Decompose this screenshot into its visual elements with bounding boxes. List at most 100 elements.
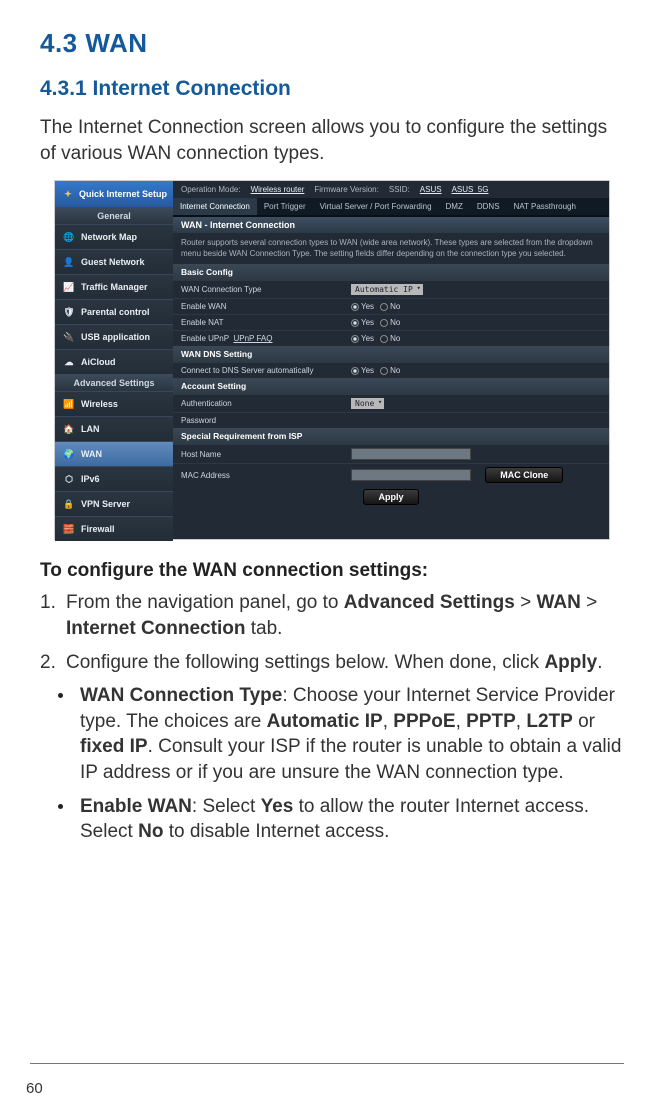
tab-ddns[interactable]: DDNS [470, 198, 507, 215]
step-text: > [515, 592, 537, 613]
sidebar-item-label: VPN Server [81, 499, 130, 509]
row-password: Password [173, 412, 609, 428]
quick-internet-setup[interactable]: ✦ Quick Internet Setup [55, 181, 173, 207]
radio-label: Yes [361, 366, 374, 375]
bullet-bold: WAN Connection Type [80, 685, 282, 706]
step-text: Configure the following settings below. … [66, 652, 544, 673]
host-name-input[interactable] [351, 448, 471, 460]
step-text: . [597, 652, 602, 673]
radio-label: No [390, 302, 400, 311]
tab-port-trigger[interactable]: Port Trigger [257, 198, 313, 215]
radio-label: No [390, 318, 400, 327]
firewall-icon: 🧱 [62, 522, 76, 536]
vpn-icon: 🔒 [62, 497, 76, 511]
bullet-bold: fixed IP [80, 736, 148, 757]
radio-no[interactable]: No [380, 366, 400, 375]
sidebar-item-wan[interactable]: 🌍 WAN [55, 441, 173, 466]
row-label: Enable NAT [181, 318, 351, 327]
tab-virtual-server[interactable]: Virtual Server / Port Forwarding [313, 198, 439, 215]
mac-address-input[interactable] [351, 469, 471, 481]
radio-label: No [390, 334, 400, 343]
radio-no[interactable]: No [380, 302, 400, 311]
radio-no[interactable]: No [380, 318, 400, 327]
radio-dot-icon [351, 335, 359, 343]
row-enable-nat: Enable NAT Yes No [173, 314, 609, 330]
row-label: Connect to DNS Server automatically [181, 366, 351, 375]
bullet-bold: Yes [261, 796, 294, 817]
bullet-bold: PPTP [466, 711, 516, 732]
sidebar-item-label: Wireless [81, 399, 118, 409]
sidebar-item-label: Network Map [81, 232, 137, 242]
radio-yes[interactable]: Yes [351, 366, 374, 375]
opmode-label: Operation Mode: [181, 185, 241, 194]
row-label: Enable UPnP UPnP FAQ [181, 334, 351, 343]
sidebar-item-wireless[interactable]: 📶Wireless [55, 391, 173, 416]
radio-label: Yes [361, 318, 374, 327]
row-mac-address: MAC Address MAC Clone [173, 463, 609, 486]
usb-icon: 🔌 [62, 330, 76, 344]
row-enable-upnp: Enable UPnP UPnP FAQ Yes No [173, 330, 609, 346]
bullet-bold: L2TP [526, 711, 572, 732]
sidebar-item-label: LAN [81, 424, 100, 434]
sidebar-item-label: Traffic Manager [81, 282, 148, 292]
sidebar-item-parental[interactable]: 🛡Parental control [55, 299, 173, 324]
bullet-text: , [383, 711, 394, 732]
bullet-bold: No [138, 821, 163, 842]
bullet-bold: Enable WAN [80, 796, 192, 817]
row-label: Host Name [181, 450, 351, 459]
row-label: WAN Connection Type [181, 285, 351, 294]
sidebar-item-guest[interactable]: 👤Guest Network [55, 249, 173, 274]
radio-label: No [390, 366, 400, 375]
tab-internet-connection[interactable]: Internet Connection [173, 198, 257, 215]
ssid-value-2[interactable]: ASUS_5G [452, 185, 489, 194]
steps-title: To configure the WAN connection settings… [40, 560, 624, 582]
sidebar-item-network-map[interactable]: 🌐Network Map [55, 224, 173, 249]
meter-icon: 📈 [62, 280, 76, 294]
sidebar-item-ipv6[interactable]: ⬡IPv6 [55, 466, 173, 491]
bullet-bold: Automatic IP [267, 711, 383, 732]
radio-yes[interactable]: Yes [351, 318, 374, 327]
row-label: Authentication [181, 399, 351, 408]
panel-title: WAN - Internet Connection [173, 217, 609, 233]
radio-dot-icon [380, 335, 388, 343]
bullet-wan-connection-type: WAN Connection Type: Choose your Interne… [40, 683, 624, 786]
wand-icon: ✦ [61, 187, 75, 201]
sidebar-item-aicloud[interactable]: ☁AiCloud [55, 349, 173, 374]
mac-clone-button[interactable]: MAC Clone [485, 467, 563, 483]
step-1: 1. From the navigation panel, go to Adva… [40, 590, 624, 641]
radio-label: Yes [361, 334, 374, 343]
upnp-label-text: Enable UPnP [181, 334, 229, 343]
row-enable-wan: Enable WAN Yes No [173, 298, 609, 314]
auth-dropdown[interactable]: None [351, 398, 384, 409]
tab-dmz[interactable]: DMZ [439, 198, 470, 215]
radio-yes[interactable]: Yes [351, 334, 374, 343]
sidebar-item-lan[interactable]: 🏠LAN [55, 416, 173, 441]
tab-nat-passthrough[interactable]: NAT Passthrough [507, 198, 583, 215]
step-bold: Internet Connection [66, 618, 245, 639]
bullet-text: , [456, 711, 467, 732]
apply-button[interactable]: Apply [363, 489, 418, 505]
sidebar-item-label: USB application [81, 332, 150, 342]
ssid-value-1[interactable]: ASUS [420, 185, 442, 194]
wan-type-dropdown[interactable]: Automatic IP [351, 284, 423, 295]
step-text: From the navigation panel, go to [66, 592, 344, 613]
wan-icon: 🌍 [62, 447, 76, 461]
sidebar-item-label: WAN [81, 449, 102, 459]
shield-icon: 🛡 [62, 305, 76, 319]
step-2: 2. Configure the following settings belo… [40, 650, 624, 676]
sidebar-header-general: General [55, 207, 173, 224]
sidebar-item-vpn[interactable]: 🔒 VPN Server [55, 491, 173, 516]
radio-dot-icon [380, 367, 388, 375]
qis-label: Quick Internet Setup [79, 189, 167, 199]
sidebar-item-firewall[interactable]: 🧱Firewall [55, 516, 173, 541]
radio-yes[interactable]: Yes [351, 302, 374, 311]
radio-dot-icon [380, 303, 388, 311]
sidebar-item-traffic[interactable]: 📈 Traffic Manager [55, 274, 173, 299]
sidebar-item-usb[interactable]: 🔌 USB application [55, 324, 173, 349]
panel-description: Router supports several connection types… [173, 233, 609, 264]
sidebar-header-advanced: Advanced Settings [55, 374, 173, 391]
opmode-value[interactable]: Wireless router [251, 185, 305, 194]
radio-no[interactable]: No [380, 334, 400, 343]
upnp-faq-link[interactable]: UPnP FAQ [233, 334, 272, 343]
row-label: Enable WAN [181, 302, 351, 311]
